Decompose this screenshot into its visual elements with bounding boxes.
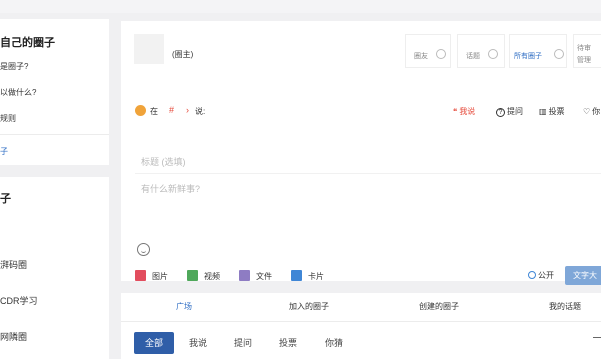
mode-label: 我说 bbox=[459, 107, 476, 116]
sidebar-link-rules[interactable]: 规则 bbox=[0, 113, 16, 124]
video-icon bbox=[187, 270, 198, 281]
stat-all-circles[interactable]: 所有圈子 bbox=[509, 34, 567, 68]
attach-label: 卡片 bbox=[308, 272, 324, 281]
quote-icon: ❝ bbox=[453, 107, 458, 116]
members-icon bbox=[436, 49, 446, 59]
feed-tabs-card: 广场 加入的圈子 创建的圈子 我的话题 全部 我说 提问 投票 你猜 bbox=[121, 293, 601, 359]
mode-say[interactable]: ❝ 我说 bbox=[453, 106, 475, 117]
circles-list-card: 子 湃码圈 CDR学习 网隣圈 bbox=[0, 177, 109, 359]
owner-label: (圈主) bbox=[172, 50, 194, 59]
title-input[interactable]: 标题 (选填) bbox=[141, 155, 186, 168]
image-icon bbox=[135, 270, 146, 281]
mode-vote[interactable]: ▥ 投票 bbox=[539, 106, 565, 117]
mode-ask[interactable]: ? 提问 bbox=[496, 106, 523, 117]
filter-vote[interactable]: 投票 bbox=[273, 332, 303, 354]
mode-label: 提问 bbox=[507, 107, 523, 116]
mode-label: 你 bbox=[592, 107, 601, 116]
filter-say[interactable]: 我说 bbox=[183, 332, 213, 354]
attach-label: 文件 bbox=[256, 272, 272, 281]
stat-pending[interactable]: 待审 管理 bbox=[573, 34, 601, 68]
publish-button[interactable]: 文字大 bbox=[565, 266, 601, 285]
circle-main-card: (圈主) 圈友 话题 所有圈子 待审 管理 在 # › 说: ❝ 我说 ? 提问… bbox=[121, 21, 601, 285]
composer-target-row: 在 # › 说: ❝ 我说 ? 提问 ▥ 投票 ♡ 你 bbox=[135, 105, 601, 117]
chevron-right-icon[interactable]: › bbox=[186, 105, 189, 115]
filter-ask[interactable]: 提问 bbox=[228, 332, 258, 354]
mode-label: 投票 bbox=[548, 107, 565, 116]
stat-label: 圈友 bbox=[414, 53, 428, 60]
globe-icon bbox=[528, 271, 536, 279]
stat-label: 待审 bbox=[577, 45, 591, 52]
sidebar-link-active[interactable]: 子 bbox=[0, 146, 8, 157]
stat-label: 所有圈子 bbox=[514, 53, 542, 60]
top-bar bbox=[0, 0, 601, 13]
sidebar-link-what-can-do[interactable]: 以做什么? bbox=[0, 87, 36, 98]
stat-sub-label: 管理 bbox=[577, 57, 591, 64]
circle-avatar[interactable] bbox=[134, 34, 164, 64]
my-circles-card: 自己的圈子 是圈子? 以做什么? 规则 子 bbox=[0, 19, 109, 165]
mode-guess[interactable]: ♡ 你 bbox=[583, 106, 600, 117]
stat-members[interactable]: 圈友 bbox=[405, 34, 451, 68]
topic-hash[interactable]: # bbox=[169, 105, 174, 115]
filter-guess[interactable]: 你猜 bbox=[319, 332, 349, 354]
heart-icon: ♡ bbox=[583, 107, 591, 116]
tab-created-circles[interactable]: 创建的圈子 bbox=[419, 301, 459, 312]
user-avatar-icon bbox=[135, 105, 146, 116]
topics-icon bbox=[488, 49, 498, 59]
circles-icon bbox=[554, 49, 564, 59]
tabs-divider bbox=[121, 321, 601, 322]
sidebar-section-title: 子 bbox=[0, 193, 11, 205]
tab-square[interactable]: 广场 bbox=[176, 301, 192, 312]
tab-my-topics[interactable]: 我的话题 bbox=[549, 301, 581, 312]
stat-label: 话题 bbox=[466, 53, 480, 60]
visibility-label: 公开 bbox=[538, 271, 554, 280]
tab-joined-circles[interactable]: 加入的圈子 bbox=[289, 301, 329, 312]
post-composer: 在 # › 说: ❝ 我说 ? 提问 ▥ 投票 ♡ 你 标题 (选填) 有什么新鲜事? … bbox=[121, 99, 601, 285]
card-icon bbox=[291, 270, 302, 281]
file-icon bbox=[239, 270, 250, 281]
say-label: 说: bbox=[195, 107, 206, 116]
visibility-selector[interactable]: 公开 bbox=[528, 270, 554, 281]
stat-topics[interactable]: 话题 bbox=[457, 34, 505, 68]
attach-label: 视频 bbox=[204, 272, 220, 281]
circle-header: (圈主) 圈友 话题 所有圈子 待审 管理 bbox=[121, 21, 601, 77]
sidebar-divider bbox=[0, 134, 109, 135]
sidebar-link-what-is-circle[interactable]: 是圈子? bbox=[0, 61, 28, 72]
sidebar-item-circle[interactable]: CDR学习 bbox=[0, 294, 38, 307]
sidebar-item-circle[interactable]: 网隣圈 bbox=[0, 330, 27, 343]
content-input[interactable]: 有什么新鲜事? bbox=[141, 182, 200, 195]
vote-icon: ▥ bbox=[539, 107, 547, 116]
emoji-icon[interactable] bbox=[137, 243, 150, 256]
title-divider bbox=[135, 173, 601, 174]
filter-icon[interactable] bbox=[593, 337, 601, 345]
sidebar-item-circle[interactable]: 湃码圈 bbox=[0, 258, 27, 271]
filter-all[interactable]: 全部 bbox=[134, 332, 174, 354]
sidebar-card-title: 自己的圈子 bbox=[0, 37, 55, 49]
in-label: 在 bbox=[150, 107, 158, 116]
question-icon: ? bbox=[496, 108, 505, 117]
attach-label: 图片 bbox=[152, 272, 168, 281]
